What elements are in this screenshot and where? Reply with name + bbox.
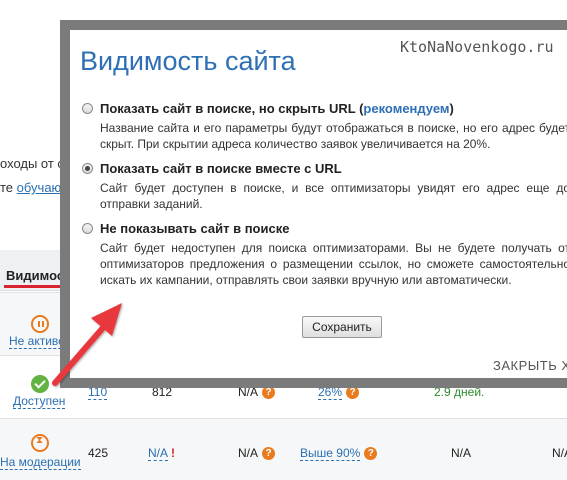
- save-button[interactable]: Сохранить: [302, 316, 382, 338]
- row3-col2-value[interactable]: N/A: [148, 446, 169, 461]
- option-hide-url-label-end: ): [449, 101, 454, 116]
- option-hide-url-label-text: Показать сайт в поиске, но скрыть URL (: [100, 101, 364, 116]
- row3-col5: N/A: [451, 446, 472, 460]
- check-icon: [31, 375, 49, 393]
- help-icon[interactable]: ?: [262, 447, 276, 460]
- bg-text-line2-prefix: те: [0, 180, 17, 195]
- radio-show-url[interactable]: [82, 163, 93, 174]
- option-hide-site-description: Сайт будет недоступен для поиска оптимиз…: [100, 241, 567, 287]
- option-show-url-label[interactable]: Показать сайт в поиске вместе с URL: [100, 161, 342, 176]
- site-visibility-dialog: Видимость сайта KtoNaNovenkogo.ru Показа…: [60, 20, 567, 388]
- hourglass-icon: [31, 434, 49, 452]
- row3-col6: N/A: [552, 446, 567, 460]
- option-hide-url-label[interactable]: Показать сайт в поиске, но скрыть URL (р…: [100, 101, 454, 116]
- watermark: KtoNaNovenkogo.ru: [400, 38, 554, 56]
- close-button[interactable]: ЗАКРЫТЬ X: [493, 358, 567, 373]
- pause-icon: [31, 315, 49, 333]
- row3-col3-value: N/A: [238, 446, 259, 460]
- option-show-url-description: Сайт будет доступен в поиске, и все опти…: [100, 181, 567, 211]
- radio-hide-url[interactable]: [82, 103, 93, 114]
- active-column-underline: [4, 285, 66, 288]
- row3-col1: 425: [88, 446, 109, 460]
- table-row: [0, 419, 567, 480]
- row3-col4: Выше 90%?: [300, 446, 378, 461]
- row3-col3: N/A?: [238, 446, 276, 460]
- warning-icon: !: [171, 446, 176, 460]
- row3-col2: N/A!: [148, 446, 176, 461]
- recommended-link[interactable]: рекомендуем: [363, 101, 449, 116]
- help-icon[interactable]: ?: [364, 447, 378, 460]
- status-available-link[interactable]: Доступен: [13, 394, 66, 409]
- option-hide-site-label[interactable]: Не показывать сайт в поиске: [100, 221, 289, 236]
- option-hide-url-description: Название сайта и его параметры будут ото…: [100, 121, 567, 151]
- radio-hide-site[interactable]: [82, 223, 93, 234]
- status-moderation-link[interactable]: На модерации: [0, 455, 81, 470]
- row3-col4-value[interactable]: Выше 90%: [300, 446, 361, 461]
- dialog-title: Видимость сайта: [80, 46, 296, 76]
